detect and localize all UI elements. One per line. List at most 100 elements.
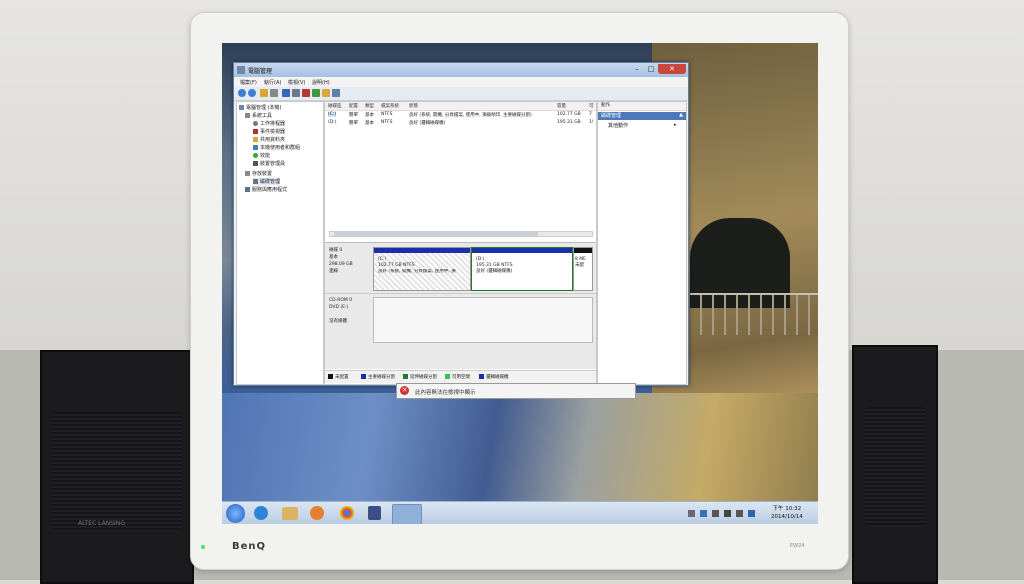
keyboard-icon[interactable] [748,510,755,517]
legend-swatch [445,374,450,379]
column-header[interactable]: 類型 [365,103,374,109]
help-icon[interactable] [282,89,290,97]
column-header[interactable]: 容量 [557,103,566,109]
speaker-label: ALTEC LANSING [78,520,125,527]
title-bar[interactable]: 電腦管理 – □ ✕ [234,63,688,77]
window-title: 電腦管理 [248,68,273,75]
menu-help[interactable]: 說明(H) [312,79,330,86]
wallpaper-rocks [222,393,818,503]
partition-bar [374,248,470,253]
tree-item-label: 工作排程器 [260,121,286,127]
tray-arrow-icon[interactable] [688,510,695,517]
tree-item[interactable]: 事件檢視器 [253,128,285,135]
tree-item-label: 共用資料夾 [260,137,286,143]
volume-layout: 簡單 [349,113,358,118]
forward-icon[interactable] [248,89,256,97]
folder-icon[interactable] [322,89,330,97]
legend-label: 可用空間 [452,375,470,380]
legend-label: 主要磁碟分割 [368,375,395,380]
display-icon[interactable] [724,510,731,517]
disk-size: 298.09 GB [329,262,353,267]
clock-icon [253,121,258,126]
computer-management-window[interactable]: 電腦管理 – □ ✕ 檔案(F) 執行(A) 檢視(V) 說明(H) 電腦管理 … [233,62,689,386]
cdrom-0-info[interactable]: CD-ROM 0 DVD (E:) 沒有媒體 [329,297,352,325]
column-header[interactable]: 可 [589,103,594,109]
folder-icon[interactable] [282,507,298,520]
volume-fs: NTFS [381,112,393,117]
desktop-screen: 電腦管理 – □ ✕ 檔案(F) 執行(A) 檢視(V) 說明(H) 電腦管理 … [222,43,818,524]
legend-swatch [479,374,484,379]
close-button[interactable]: ✕ [658,64,686,74]
partition-d[interactable]: (D:) 195.31 GB NTFS 良好 (邏輯磁碟機) [471,247,573,291]
clock[interactable]: 下午 10:32 2014/10/14 [771,505,803,521]
partition-status: 良好 (系統, 開機, 分頁檔案, 使用中, 損 [378,269,456,274]
speaker-grill [52,412,182,532]
actions-section-label: 磁碟管理 [601,113,622,119]
search-icon[interactable] [332,89,340,97]
legend-label: 未配置 [335,375,349,380]
folder-icon [253,137,258,142]
tree-item-label: 服務與應用程式 [252,187,288,193]
check-icon[interactable] [312,89,320,97]
tree-item-selected[interactable]: 磁碟管理 [253,178,281,185]
start-button[interactable] [226,504,245,523]
volume-free: 1! [589,120,594,125]
tree-item[interactable]: 系統工具 [245,112,272,119]
antivirus-icon[interactable] [368,506,381,520]
volume-icon[interactable] [736,510,743,517]
volume-capacity: 102.77 GB [557,112,581,117]
media-player-icon[interactable] [310,506,324,520]
disk-0-info[interactable]: 磁碟 0 基本 298.09 GB 連線 [329,247,353,275]
up-icon[interactable] [260,89,268,97]
chevron-right-icon: ▸ [674,122,677,128]
tree-item[interactable]: 電腦管理 (本機) [239,104,282,111]
cdrom-empty-area[interactable] [373,297,593,343]
menu-bar: 檔案(F) 執行(A) 檢視(V) 說明(H) [234,77,688,87]
computer-management-taskbar-button[interactable] [392,504,422,524]
minimize-button[interactable]: – [630,64,644,74]
notification-popup[interactable]: ✕ 此內容無法在檢視中顯示 [396,383,636,399]
disk-type: 基本 [329,255,338,260]
ie-icon[interactable] [254,506,268,520]
more-actions-item[interactable]: 其他動作 ▸ [608,122,677,129]
column-header[interactable]: 磁碟區 [328,103,342,109]
scrollbar-thumb[interactable] [334,232,538,236]
tree-item[interactable]: 存放裝置 [245,170,272,177]
left-speaker [40,350,194,584]
actions-section[interactable]: 磁碟管理 ▲ [598,112,686,120]
console-tree: 電腦管理 (本機) 系統工具 工作排程器 事件檢視器 共用資料夾 本機使用者和群… [236,101,324,385]
tree-item[interactable]: 共用資料夾 [253,136,285,143]
column-header[interactable]: 狀態 [409,103,418,109]
network-icon[interactable] [700,510,707,517]
chrome-icon[interactable] [340,506,354,520]
column-header[interactable]: 配置 [349,103,358,109]
maximize-button[interactable]: □ [644,64,658,74]
horizontal-scrollbar[interactable] [329,231,593,237]
menu-action[interactable]: 執行(A) [264,79,281,86]
delete-icon[interactable] [302,89,310,97]
actions-header: 動作 [598,102,686,111]
divider [325,293,596,294]
tree-item[interactable]: 裝置管理員 [253,160,285,167]
column-header[interactable]: 檔案系統 [381,103,399,109]
menu-file[interactable]: 檔案(F) [240,79,257,86]
partition-unallocated[interactable]: 8 ME 未配 [573,247,593,291]
collapse-icon[interactable]: ▲ [679,112,683,118]
flag-icon[interactable] [712,510,719,517]
properties-icon[interactable] [270,89,278,97]
tree-item[interactable]: 本機使用者和群組 [253,144,300,151]
tree-item-label: 電腦管理 (本機) [246,105,282,111]
tree-item-label: 磁碟管理 [260,179,281,185]
tree-item-label: 裝置管理員 [260,161,286,167]
partition-c[interactable]: (C:) 102.77 GB NTFS 良好 (系統, 開機, 分頁檔案, 使用… [373,247,471,291]
tools-icon [245,113,250,118]
more-actions-label: 其他動作 [608,123,629,129]
tree-item[interactable]: 效能 [253,152,270,159]
partition-status: 未配 [575,263,584,268]
tree-item[interactable]: 工作排程器 [253,120,285,127]
tree-item[interactable]: 服務與應用程式 [245,186,287,193]
back-icon[interactable] [238,89,246,97]
menu-view[interactable]: 檢視(V) [288,79,305,86]
view-icon[interactable] [292,89,300,97]
